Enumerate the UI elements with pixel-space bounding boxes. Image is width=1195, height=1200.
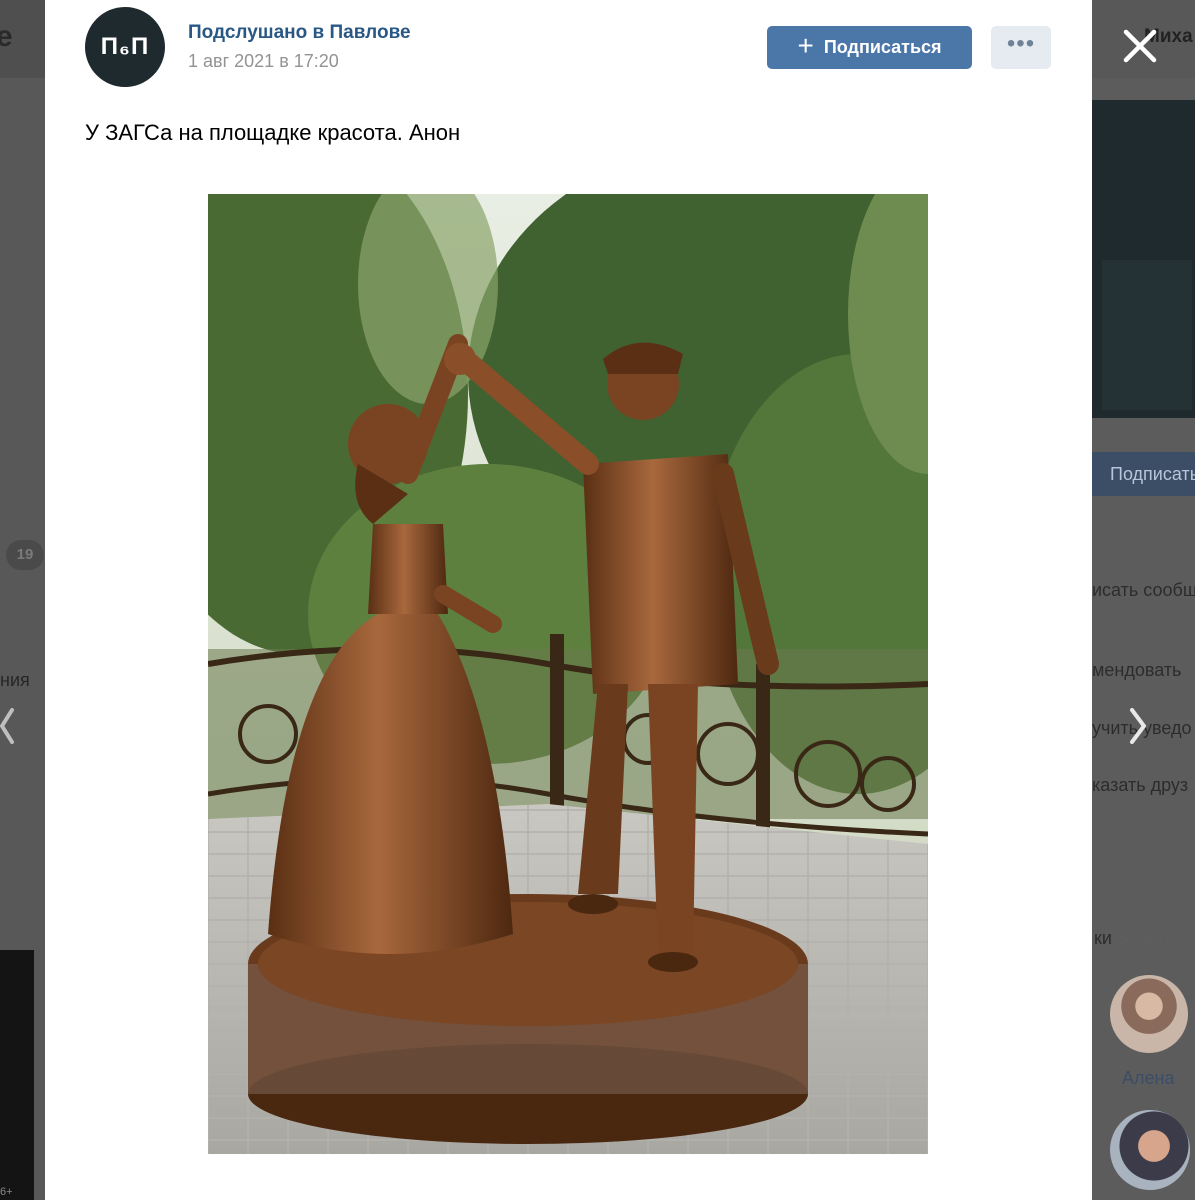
subscribe-button[interactable]: + Подписаться (767, 26, 972, 69)
community-avatar-logo: П₆П (100, 33, 150, 60)
friend-avatar (1110, 975, 1188, 1053)
background-menu-item: мендовать (1092, 660, 1182, 680)
post-modal: П₆П Подслушано в Павлове 1 авг 2021 в 17… (45, 0, 1092, 1200)
community-name-link[interactable]: Подслушано в Павлове (188, 22, 411, 44)
post-date[interactable]: 1 авг 2021 в 17:20 (188, 51, 339, 72)
age-rating-label: 6+ (0, 1186, 13, 1198)
close-icon[interactable] (1120, 26, 1160, 66)
background-profile-photo (1092, 100, 1195, 418)
background-menu-item: исать сообщ (1092, 580, 1195, 600)
followers-label: ки (1094, 928, 1112, 948)
background-subscribe-button: Подписаться (1092, 452, 1195, 496)
background-thumbnail: 6+ (0, 950, 34, 1200)
post-photo[interactable] (208, 194, 928, 1154)
post-text: У ЗАГСа на площадке красота. Анон (85, 120, 461, 145)
background-followers-stat: ки 51 507 (1094, 928, 1173, 949)
more-options-button[interactable]: ••• (991, 26, 1051, 69)
chevron-right-icon[interactable] (1128, 708, 1148, 744)
subscribe-button-label: Подписаться (823, 37, 942, 57)
background-text-fragment: ния (0, 670, 30, 690)
background-count-badge: 19 (6, 540, 44, 570)
friend-name: Алена (1122, 1068, 1175, 1088)
background-logo-fragment: е (0, 20, 13, 53)
more-horizontal-icon: ••• (1006, 29, 1036, 57)
friend-avatar (1110, 1110, 1190, 1190)
background-menu-item: казать друз (1092, 775, 1189, 795)
chevron-left-icon[interactable] (0, 708, 18, 744)
community-avatar[interactable]: П₆П (85, 7, 165, 87)
followers-count: 51 507 (1117, 928, 1173, 948)
plus-icon: + (797, 30, 814, 61)
